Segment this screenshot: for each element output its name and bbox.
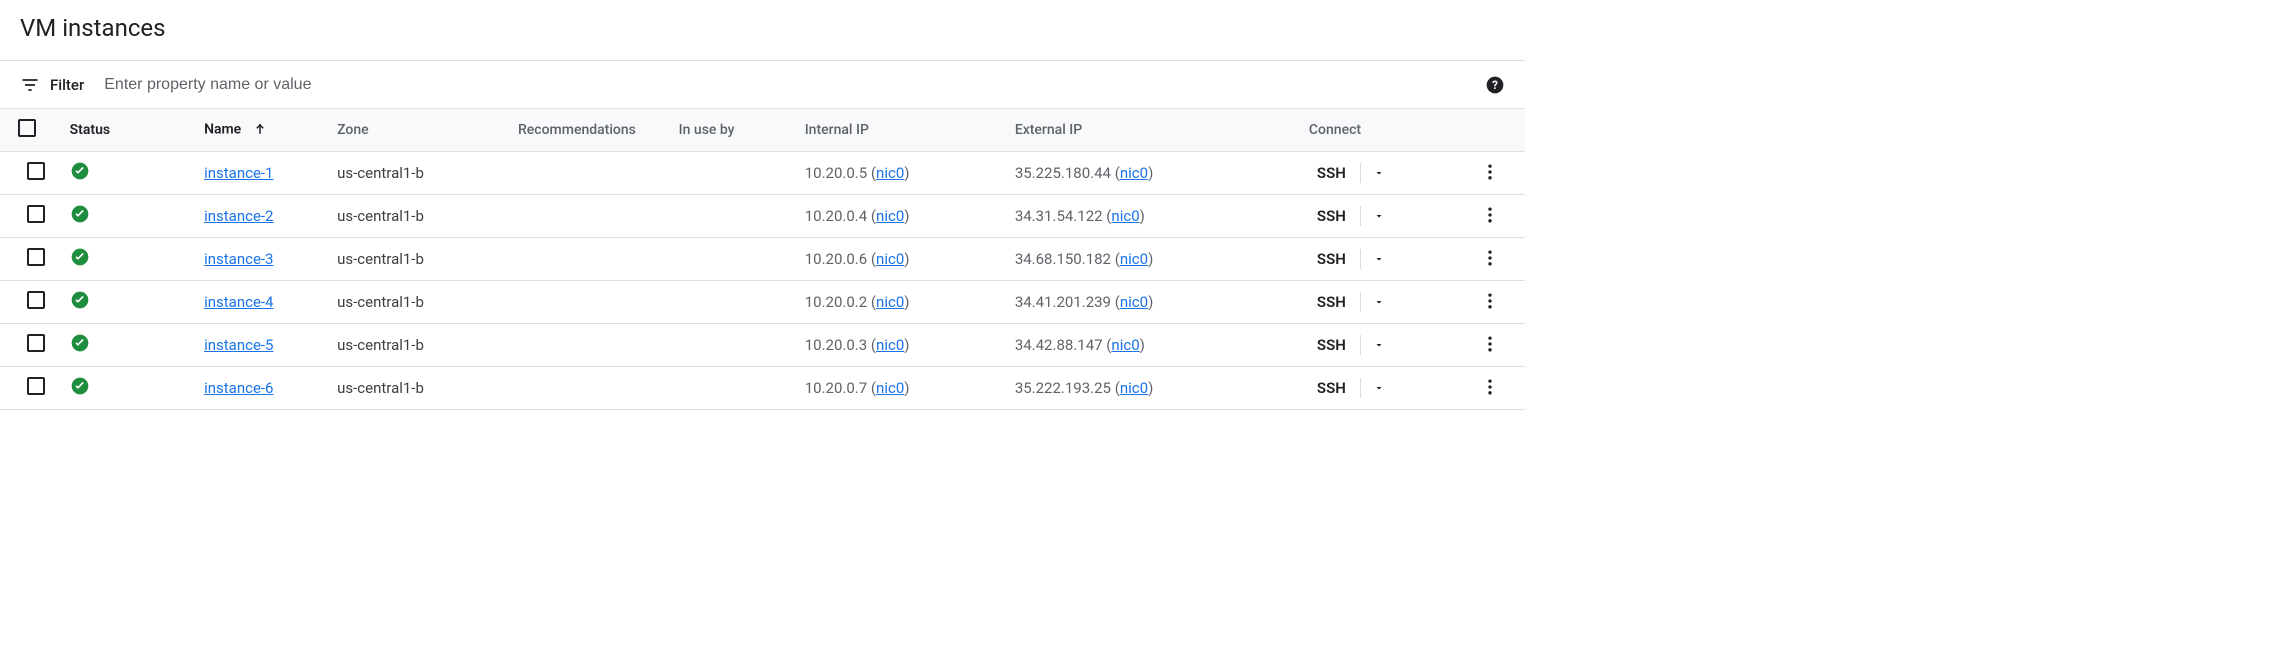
external-ip-text: 34.31.54.122 ( [1015, 207, 1112, 225]
sort-ascending-icon [251, 121, 269, 139]
page-title: VM instances [20, 14, 166, 42]
status-running-icon [70, 333, 90, 353]
internal-ip-text: 10.20.0.7 ( [805, 379, 876, 397]
more-actions-button[interactable] [1478, 332, 1502, 356]
ssh-button[interactable]: SSH [1309, 375, 1354, 401]
instance-name-link[interactable]: instance-4 [204, 293, 273, 311]
internal-ip-text: 10.20.0.2 ( [805, 293, 876, 311]
ssh-dropdown-button[interactable] [1367, 161, 1391, 185]
column-header-in-use-by[interactable]: In use by [671, 109, 797, 152]
internal-nic-link[interactable]: nic0 [876, 379, 904, 397]
help-icon[interactable]: ? [1485, 75, 1505, 95]
divider [1360, 249, 1361, 269]
row-checkbox[interactable] [27, 205, 45, 223]
more-actions-button[interactable] [1478, 160, 1502, 184]
internal-nic-link[interactable]: nic0 [876, 293, 904, 311]
external-nic-link[interactable]: nic0 [1120, 293, 1148, 311]
instance-name-link[interactable]: instance-6 [204, 379, 273, 397]
table-header-row: Status Name Zone Recommendations In use … [0, 109, 1525, 152]
divider [1360, 378, 1361, 398]
row-checkbox[interactable] [27, 377, 45, 395]
table-row: instance-5us-central1-b10.20.0.3 (nic0)3… [0, 324, 1525, 367]
internal-nic-link[interactable]: nic0 [876, 164, 904, 182]
table-row: instance-4us-central1-b10.20.0.2 (nic0)3… [0, 281, 1525, 324]
vm-instances-table: Status Name Zone Recommendations In use … [0, 108, 1525, 410]
filter-icon [20, 75, 40, 95]
instance-name-link[interactable]: instance-1 [204, 164, 273, 182]
more-actions-button[interactable] [1478, 375, 1502, 399]
row-checkbox[interactable] [27, 334, 45, 352]
select-all-checkbox[interactable] [18, 119, 36, 137]
external-nic-link[interactable]: nic0 [1111, 207, 1139, 225]
table-row: instance-2us-central1-b10.20.0.4 (nic0)3… [0, 195, 1525, 238]
status-running-icon [70, 204, 90, 224]
internal-ip-text: 10.20.0.5 ( [805, 164, 876, 182]
external-ip-text: 35.222.193.25 ( [1015, 379, 1120, 397]
instance-name-link[interactable]: instance-3 [204, 250, 273, 268]
column-header-zone[interactable]: Zone [329, 109, 483, 152]
column-header-internal-ip[interactable]: Internal IP [797, 109, 1007, 152]
more-actions-button[interactable] [1478, 246, 1502, 270]
row-checkbox[interactable] [27, 162, 45, 180]
ssh-dropdown-button[interactable] [1367, 204, 1391, 228]
external-ip-text: 34.42.88.147 ( [1015, 336, 1112, 354]
ssh-dropdown-button[interactable] [1367, 333, 1391, 357]
external-ip-text: 34.68.150.182 ( [1015, 250, 1120, 268]
zone-text: us-central1-b [337, 250, 424, 268]
divider [1360, 292, 1361, 312]
internal-nic-link[interactable]: nic0 [876, 250, 904, 268]
ssh-button[interactable]: SSH [1309, 289, 1354, 315]
internal-ip-text: 10.20.0.6 ( [805, 250, 876, 268]
ssh-button[interactable]: SSH [1309, 203, 1354, 229]
table-row: instance-3us-central1-b10.20.0.6 (nic0)3… [0, 238, 1525, 281]
row-checkbox[interactable] [27, 291, 45, 309]
svg-text:?: ? [1492, 78, 1498, 92]
column-header-status[interactable]: Status [62, 109, 196, 152]
internal-ip-text: 10.20.0.3 ( [805, 336, 876, 354]
zone-text: us-central1-b [337, 164, 424, 182]
column-header-connect[interactable]: Connect [1259, 109, 1455, 152]
external-nic-link[interactable]: nic0 [1120, 164, 1148, 182]
instance-name-link[interactable]: instance-5 [204, 336, 273, 354]
status-running-icon [70, 161, 90, 181]
status-running-icon [70, 247, 90, 267]
filter-label: Filter [50, 76, 84, 94]
internal-ip-text: 10.20.0.4 ( [805, 207, 876, 225]
ssh-button[interactable]: SSH [1309, 160, 1354, 186]
divider [1360, 163, 1361, 183]
zone-text: us-central1-b [337, 336, 424, 354]
ssh-dropdown-button[interactable] [1367, 376, 1391, 400]
column-header-name[interactable]: Name [196, 109, 329, 152]
external-ip-text: 34.41.201.239 ( [1015, 293, 1120, 311]
column-header-recommendations[interactable]: Recommendations [483, 109, 670, 152]
instance-name-link[interactable]: instance-2 [204, 207, 273, 225]
filter-bar: Filter ? [0, 60, 1525, 108]
column-header-name-label: Name [204, 122, 241, 138]
status-running-icon [70, 376, 90, 396]
table-row: instance-1us-central1-b10.20.0.5 (nic0)3… [0, 152, 1525, 195]
ssh-button[interactable]: SSH [1309, 332, 1354, 358]
external-nic-link[interactable]: nic0 [1111, 336, 1139, 354]
zone-text: us-central1-b [337, 293, 424, 311]
external-nic-link[interactable]: nic0 [1120, 379, 1148, 397]
internal-nic-link[interactable]: nic0 [876, 207, 904, 225]
divider [1360, 206, 1361, 226]
divider [1360, 335, 1361, 355]
column-header-external-ip[interactable]: External IP [1007, 109, 1259, 152]
ssh-dropdown-button[interactable] [1367, 247, 1391, 271]
zone-text: us-central1-b [337, 379, 424, 397]
ssh-button[interactable]: SSH [1309, 246, 1354, 272]
external-nic-link[interactable]: nic0 [1120, 250, 1148, 268]
ssh-dropdown-button[interactable] [1367, 290, 1391, 314]
more-actions-button[interactable] [1478, 203, 1502, 227]
table-row: instance-6us-central1-b10.20.0.7 (nic0)3… [0, 367, 1525, 410]
status-running-icon [70, 290, 90, 310]
zone-text: us-central1-b [337, 207, 424, 225]
internal-nic-link[interactable]: nic0 [876, 336, 904, 354]
more-actions-button[interactable] [1478, 289, 1502, 313]
row-checkbox[interactable] [27, 248, 45, 266]
filter-input[interactable] [102, 75, 1473, 95]
external-ip-text: 35.225.180.44 ( [1015, 164, 1120, 182]
